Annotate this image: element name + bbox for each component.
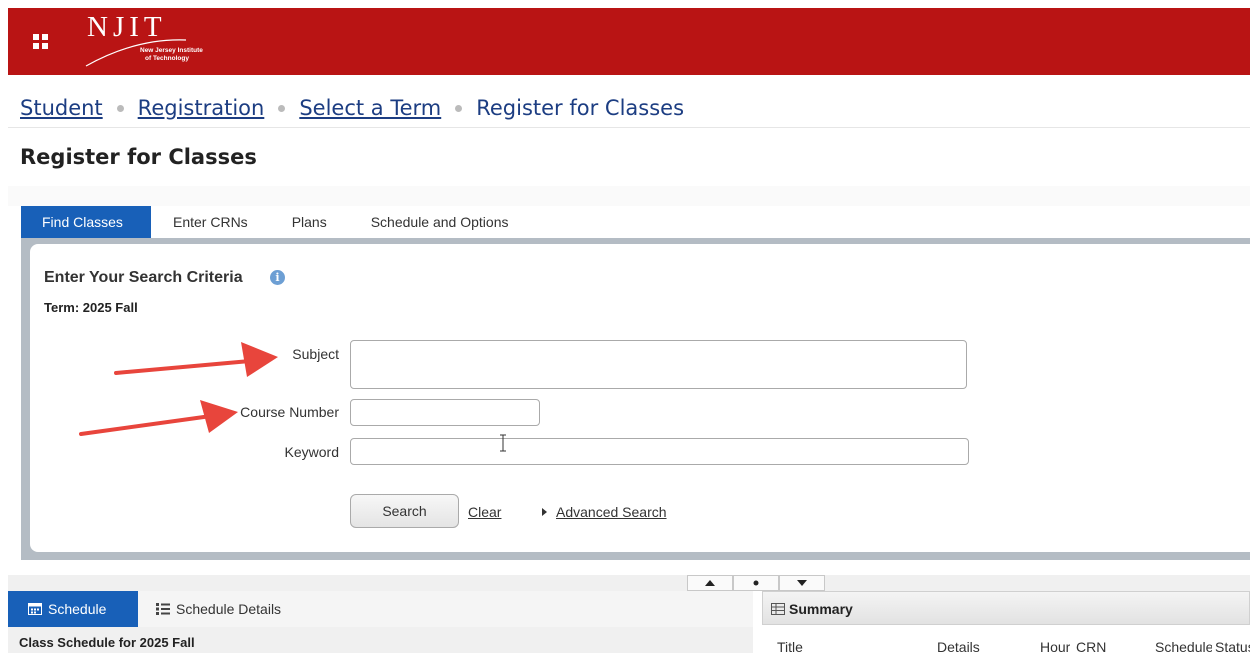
class-schedule-title: Class Schedule for 2025 Fall — [8, 627, 753, 653]
course-number-input[interactable] — [350, 399, 540, 426]
grid-menu-icon[interactable] — [33, 34, 49, 50]
summary-column-headers: Title Details Hours CRN Schedule Status — [762, 625, 1250, 653]
breadcrumb-registration[interactable]: Registration — [138, 96, 265, 120]
svg-text:NJIT: NJIT — [87, 11, 167, 43]
advanced-search-label: Advanced Search — [556, 504, 667, 520]
column-header-title[interactable]: Title — [777, 639, 917, 653]
breadcrumb-student[interactable]: Student — [20, 96, 103, 120]
breadcrumb-separator — [278, 104, 286, 112]
info-icon[interactable]: i — [270, 270, 285, 285]
text-cursor-icon — [500, 434, 506, 452]
schedule-panel: Schedule Schedule Details Class Schedule… — [8, 591, 753, 653]
tab-schedule-label: Schedule — [48, 601, 107, 617]
summary-panel: Summary Title Details Hours CRN Schedule… — [762, 591, 1250, 653]
annotation-arrow-subject — [114, 342, 278, 377]
search-form: Enter Your Search Criteria i Term: 2025 … — [30, 244, 1250, 552]
splitter-controls — [687, 575, 825, 591]
table-icon — [771, 603, 785, 615]
arrow-up-icon[interactable] — [687, 575, 733, 591]
arrow-down-icon[interactable] — [779, 575, 825, 591]
column-header-crn[interactable]: CRN — [1076, 639, 1146, 653]
term-label: Term: 2025 Fall — [44, 300, 138, 315]
list-icon — [156, 603, 170, 615]
breadcrumb: Student Registration Select a Term Regis… — [20, 88, 684, 128]
search-button[interactable]: Search — [350, 494, 459, 528]
column-header-schedule[interactable]: Schedule — [1155, 639, 1212, 653]
tab-bar: Find Classes Enter CRNs Plans Schedule a… — [21, 206, 530, 238]
dot-icon[interactable] — [733, 575, 779, 591]
njit-logo[interactable]: NJIT New Jersey Institute of Technology — [66, 8, 246, 75]
column-header-status[interactable]: Status — [1215, 639, 1250, 653]
tab-plans[interactable]: Plans — [270, 206, 349, 238]
tabs-background — [8, 186, 1250, 206]
summary-header: Summary — [762, 591, 1250, 625]
calendar-icon — [28, 603, 42, 615]
keyword-input[interactable] — [350, 438, 969, 465]
breadcrumb-separator — [455, 104, 463, 112]
subject-input[interactable] — [350, 340, 967, 389]
tab-schedule-and-options[interactable]: Schedule and Options — [349, 206, 531, 238]
column-header-details[interactable]: Details — [937, 639, 1022, 653]
tab-schedule[interactable]: Schedule — [8, 591, 138, 627]
tab-schedule-details-label: Schedule Details — [176, 601, 282, 617]
search-panel: Enter Your Search Criteria i Term: 2025 … — [21, 238, 1250, 560]
search-criteria-title: Enter Your Search Criteria — [44, 269, 243, 286]
advanced-search-link[interactable]: Advanced Search — [542, 504, 667, 520]
summary-title: Summary — [789, 601, 853, 617]
page-title: Register for Classes — [20, 145, 257, 169]
breadcrumb-separator — [116, 104, 124, 112]
pane-splitter[interactable] — [8, 575, 1250, 591]
svg-text:of Technology: of Technology — [145, 55, 189, 62]
caret-right-icon — [542, 508, 547, 516]
top-bar: NJIT New Jersey Institute of Technology — [8, 8, 1250, 75]
annotation-arrow-course-number — [79, 400, 238, 436]
breadcrumb-current: Register for Classes — [476, 96, 685, 120]
divider — [8, 127, 1250, 128]
keyword-label: Keyword — [284, 444, 339, 460]
tab-enter-crns[interactable]: Enter CRNs — [151, 206, 270, 238]
clear-link[interactable]: Clear — [468, 504, 501, 520]
breadcrumb-select-term[interactable]: Select a Term — [299, 96, 441, 120]
tab-find-classes[interactable]: Find Classes — [21, 206, 151, 238]
column-header-hours[interactable]: Hours — [1040, 639, 1070, 653]
svg-text:New Jersey Institute: New Jersey Institute — [140, 47, 203, 54]
tab-schedule-details[interactable]: Schedule Details — [156, 591, 281, 627]
